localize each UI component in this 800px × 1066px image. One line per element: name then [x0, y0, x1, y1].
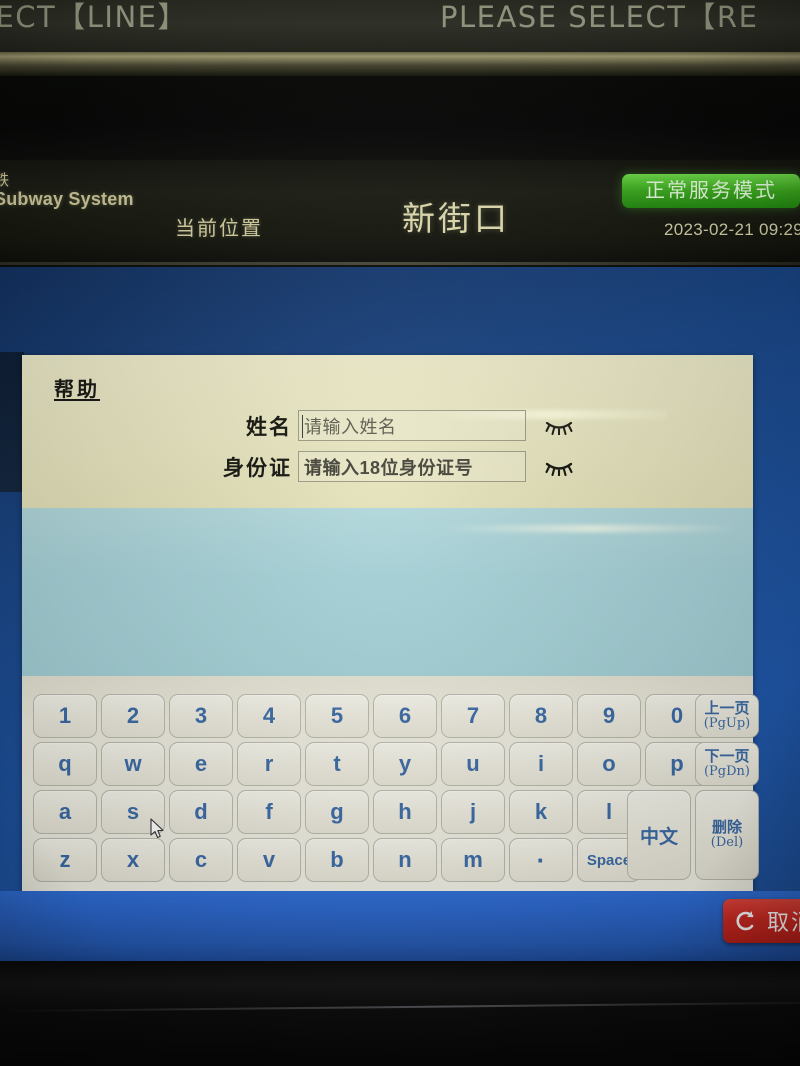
key-delete-label: 删除 — [711, 817, 742, 836]
screen-header-bar: 铁 Subway System 当前位置 新街口 正常服务模式 2023-02-… — [0, 160, 800, 267]
metro-logo-cn: 铁 — [0, 172, 11, 189]
key-a[interactable]: a — [33, 790, 97, 834]
key-y[interactable]: y — [373, 742, 437, 786]
key-n[interactable]: n — [373, 838, 437, 882]
metro-logo: 铁 Subway System — [0, 172, 134, 210]
mouse-cursor — [150, 818, 164, 839]
key-u[interactable]: u — [441, 742, 505, 786]
header-datetime: 2023-02-21 09:29:3 — [664, 220, 800, 239]
key-d[interactable]: d — [169, 790, 233, 834]
kiosk-bottom-bezel — [0, 961, 800, 1066]
key-c[interactable]: c — [169, 838, 233, 882]
metro-logo-en: Subway System — [0, 189, 134, 210]
name-field-label: 姓名 — [246, 413, 292, 439]
key-page-up-sub: (PgUp) — [703, 716, 751, 732]
name-input-placeholder: 请输入姓名 — [304, 416, 397, 437]
key-m[interactable]: m — [441, 838, 505, 882]
key-q[interactable]: q — [33, 742, 97, 786]
station-name: 新街口 — [402, 200, 510, 237]
upper-bezel-gap — [0, 76, 800, 160]
key-z[interactable]: z — [33, 838, 97, 882]
key-e[interactable]: e — [169, 742, 233, 786]
bottom-toolbar — [0, 891, 800, 961]
key-4[interactable]: 4 — [237, 694, 301, 738]
key-5[interactable]: 5 — [305, 694, 369, 738]
key-h[interactable]: h — [373, 790, 437, 834]
key-3[interactable]: 3 — [169, 694, 233, 738]
key-t[interactable]: t — [305, 742, 369, 786]
key-x[interactable]: x — [101, 838, 165, 882]
key-page-up-label: 上一页 — [704, 698, 750, 717]
name-input[interactable]: 请输入姓名 — [298, 410, 526, 441]
virtual-keyboard: 1 2 3 4 5 6 7 8 9 0 q w e r t y u i o p … — [33, 694, 713, 886]
eye-closed-icon[interactable] — [544, 458, 574, 476]
refresh-arrow-icon — [736, 911, 754, 931]
cancel-button-label: 取消 — [767, 911, 800, 936]
header-divider — [0, 262, 800, 265]
key-i[interactable]: i — [509, 742, 573, 786]
screen-glare-lower — [442, 525, 742, 532]
key-r[interactable]: r — [237, 742, 301, 786]
key-b[interactable]: b — [305, 838, 369, 882]
key-page-up[interactable]: 上一页 (PgUp) — [695, 694, 759, 738]
key-v[interactable]: v — [237, 838, 301, 882]
led-marquee-banner: ELECT【LINE】 PLEASE SELECT【RE — [0, 0, 800, 52]
key-g[interactable]: g — [305, 790, 369, 834]
current-position-label: 当前位置 — [175, 218, 263, 240]
key-j[interactable]: j — [441, 790, 505, 834]
keyboard-row-numbers: 1 2 3 4 5 6 7 8 9 0 — [33, 694, 713, 738]
keyboard-row-qwerty: q w e r t y u i o p — [33, 742, 713, 786]
panel-middle-band — [22, 508, 753, 676]
marquee-text-right: PLEASE SELECT【RE — [440, 0, 759, 34]
key-dot[interactable]: · — [509, 838, 573, 882]
key-w[interactable]: w — [101, 742, 165, 786]
key-delete-sub: (Del) — [710, 835, 744, 851]
key-k[interactable]: k — [509, 790, 573, 834]
help-link[interactable]: 帮助 — [54, 373, 100, 402]
id-input-placeholder: 请输入18位身份证号 — [304, 457, 474, 478]
panel-left-shadow — [0, 352, 24, 492]
id-input[interactable]: 请输入18位身份证号 — [298, 451, 526, 482]
name-field-row: 姓名 请输入姓名 — [216, 410, 574, 441]
service-mode-badge: 正常服务模式 — [622, 174, 800, 208]
keyboard-function-column: 上一页 (PgUp) 下一页 (PgDn) 删除 (Del) — [695, 694, 763, 884]
key-6[interactable]: 6 — [373, 694, 437, 738]
marquee-text-left: ELECT【LINE】 — [0, 0, 188, 34]
led-bezel-bevel — [0, 52, 800, 76]
keyboard-chinese-column: 中文 — [627, 694, 695, 884]
key-f[interactable]: f — [237, 790, 301, 834]
key-page-down[interactable]: 下一页 (PgDn) — [695, 742, 759, 786]
cancel-button[interactable]: 取消 — [723, 899, 800, 943]
key-page-down-sub: (PgDn) — [703, 764, 750, 780]
eye-closed-icon[interactable] — [544, 417, 574, 435]
key-page-down-label: 下一页 — [704, 746, 750, 765]
id-field-row: 身份证 请输入18位身份证号 — [216, 451, 574, 482]
kiosk-screen-photo: ELECT【LINE】 PLEASE SELECT【RE 铁 Subway Sy… — [0, 0, 800, 1066]
keyboard-side-keys: 中文 上一页 (PgUp) 下一页 (PgDn) 删除 (Del) — [627, 694, 763, 884]
id-field-label: 身份证 — [223, 454, 292, 480]
key-delete[interactable]: 删除 (Del) — [695, 790, 759, 880]
text-caret — [302, 415, 303, 438]
key-7[interactable]: 7 — [441, 694, 505, 738]
key-2[interactable]: 2 — [101, 694, 165, 738]
key-8[interactable]: 8 — [509, 694, 573, 738]
key-1[interactable]: 1 — [33, 694, 97, 738]
keyboard-row-zxcv: z x c v b n m · Space — [33, 838, 713, 882]
keyboard-row-asdf: a s d f g h j k l — [33, 790, 713, 834]
key-chinese-ime[interactable]: 中文 — [627, 790, 691, 880]
